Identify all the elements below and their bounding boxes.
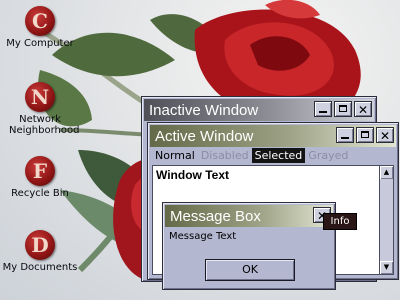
desktop-icon-label: My Computer <box>6 38 74 49</box>
my-computer-icon: C <box>25 6 55 36</box>
inactive-window-title: Inactive Window <box>149 101 259 119</box>
minimize-icon <box>319 111 327 113</box>
menu-item-normal[interactable]: Normal <box>152 148 198 163</box>
message-box-titlebar[interactable]: Message Box ✕ <box>165 205 333 227</box>
desktop-icon-recycle-bin[interactable]: F Recycle Bin <box>0 156 80 199</box>
inactive-window-titlebar[interactable]: Inactive Window ✕ <box>144 99 374 121</box>
message-box-body: Message Text OK <box>165 227 333 287</box>
maximize-button[interactable] <box>356 127 374 143</box>
my-documents-icon: D <box>25 230 55 260</box>
maximize-button[interactable] <box>334 101 352 117</box>
minimize-button[interactable] <box>314 101 332 117</box>
desktop-icon-label: Network Neighborhood <box>9 114 80 136</box>
maximize-icon <box>339 105 347 112</box>
desktop-icon-label: My Documents <box>2 262 78 273</box>
message-box-title: Message Box <box>170 207 261 225</box>
maximize-icon <box>361 131 369 138</box>
close-button[interactable]: ✕ <box>354 101 372 117</box>
info-tooltip: Info <box>323 213 357 230</box>
close-icon: ✕ <box>357 103 369 117</box>
ok-button[interactable]: OK <box>205 259 295 281</box>
close-button[interactable]: ✕ <box>376 127 394 143</box>
minimize-button[interactable] <box>336 127 354 143</box>
minimize-icon <box>341 137 349 139</box>
desktop-icon-label: Recycle Bin <box>11 188 69 199</box>
arrow-up-icon: ▲ <box>383 168 390 176</box>
close-icon: ✕ <box>379 129 391 143</box>
message-text: Message Text <box>169 231 237 242</box>
arrow-down-icon: ▼ <box>383 263 390 271</box>
desktop-icon-my-computer[interactable]: C My Computer <box>0 6 80 49</box>
window-text: Window Text <box>156 168 229 182</box>
desktop-icon-network-neighborhood[interactable]: N Network Neighborhood <box>0 82 80 136</box>
active-window-title: Active Window <box>155 127 254 145</box>
menu-item-selected[interactable]: Selected <box>251 148 306 163</box>
active-window-titlebar[interactable]: Active Window ✕ <box>150 125 396 147</box>
message-box[interactable]: Message Box ✕ Message Text OK <box>162 202 336 290</box>
desktop-icon-my-documents[interactable]: D My Documents <box>0 230 80 273</box>
menu-bar: Normal Disabled Selected Grayed <box>152 148 351 163</box>
vertical-scrollbar[interactable]: ▲ ▼ <box>379 166 393 274</box>
scroll-up-button[interactable]: ▲ <box>380 166 393 179</box>
menu-item-grayed: Grayed <box>308 149 349 162</box>
network-neighborhood-icon: N <box>25 82 55 112</box>
recycle-bin-icon: F <box>25 156 55 186</box>
scroll-down-button[interactable]: ▼ <box>380 261 393 274</box>
desktop: C My Computer N Network Neighborhood F R… <box>0 0 400 300</box>
menu-item-disabled: Disabled <box>200 149 249 162</box>
